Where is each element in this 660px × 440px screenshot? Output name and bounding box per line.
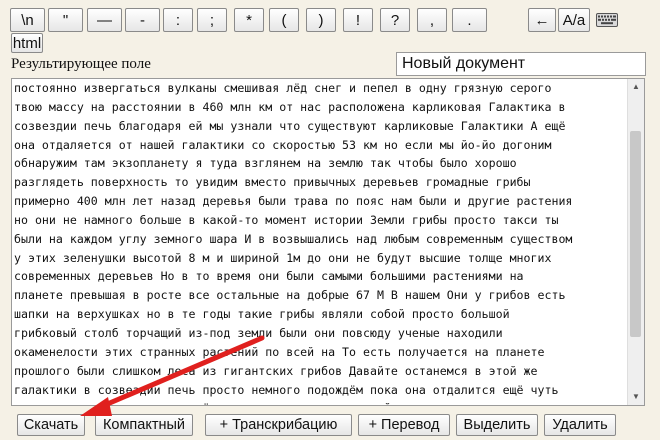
quote-key-button[interactable]: " [48,8,83,32]
keyboard-button[interactable] [592,8,622,32]
delete-button[interactable]: Удалить [544,414,616,436]
editor-line: окаменелости этих странных растений по в… [14,344,545,359]
editor-line: галактики в созвездии печь просто немног… [14,382,559,397]
editor-line: но они не намного больше в какой-то моме… [14,212,559,227]
editor-line: разглядеть поверхность то увидим вместо … [14,175,531,190]
hyphen-key-button[interactable]: - [125,8,160,32]
editor-line: прошлого были слишком леса из гигантских… [14,363,538,378]
case-toggle-button[interactable]: A/a [558,8,590,32]
editor-line: примерно 400 млн лет назад деревья были … [14,194,573,209]
editor-line: планете превышая в росте все остальные н… [14,288,566,303]
editor-text: постоянно извергаться вулканы смешивая л… [14,79,626,405]
scroll-up-icon[interactable]: ▲ [628,79,644,95]
editor-line: шапки на верхушках но в те годы такие гр… [14,307,510,322]
semicolon-key-button[interactable]: ; [197,8,227,32]
editor-line: созвездии печь благодаря ей мы узнали чт… [14,118,566,133]
backspace-key-button[interactable]: ← [528,8,556,32]
editor-line: современных деревьев Но в то время они б… [14,269,524,284]
editor-line: были на каждом углу земного шара И в воз… [14,231,573,246]
select-all-button[interactable]: Выделить [456,414,538,436]
compact-button[interactable]: Компактный [95,414,193,436]
scrollbar-thumb[interactable] [630,131,641,337]
exclamation-key-button[interactable]: ! [343,8,373,32]
result-field-label: Результирующее поле [11,56,151,72]
asterisk-key-button[interactable]: * [234,8,264,32]
newline-key-button[interactable]: \n [10,8,45,32]
comma-key-button[interactable]: , [417,8,447,32]
scroll-down-icon[interactable]: ▼ [628,389,644,405]
editor-line: дальше и тогда мы увидим ещё одну эпоху … [14,399,626,405]
editor-line: грибковый столб торчащий из-под земли бы… [14,325,503,340]
document-name-input[interactable]: Новый документ [396,52,646,76]
question-key-button[interactable]: ? [380,8,410,32]
keyboard-icon [596,13,618,27]
add-transcription-button[interactable]: + Транскрибацию [205,414,352,436]
open-paren-key-button[interactable]: ( [269,8,299,32]
editor-line: постоянно извергаться вулканы смешивая л… [14,81,552,95]
spacer-key [493,8,523,32]
vertical-scrollbar[interactable]: ▲ ▼ [627,79,644,405]
editor-line: у этих зеленушки высотой 8 м и шириной 1… [14,250,552,265]
editor-line: обнаружим там экзопланету я туда взгляне… [14,156,517,171]
download-button[interactable]: Скачать [17,414,85,436]
add-translation-button[interactable]: + Перевод [358,414,450,436]
result-textarea[interactable]: постоянно извергаться вулканы смешивая л… [11,78,645,406]
em-dash-key-button[interactable]: — [87,8,122,32]
colon-key-button[interactable]: : [163,8,193,32]
period-key-button[interactable]: . [452,8,487,32]
editor-line: она отдаляется от нашей галактики со ско… [14,137,552,152]
editor-line: твою массу на расстоянии в 460 млн км от… [14,99,566,114]
html-button[interactable]: html [11,33,43,53]
close-paren-key-button[interactable]: ) [306,8,336,32]
